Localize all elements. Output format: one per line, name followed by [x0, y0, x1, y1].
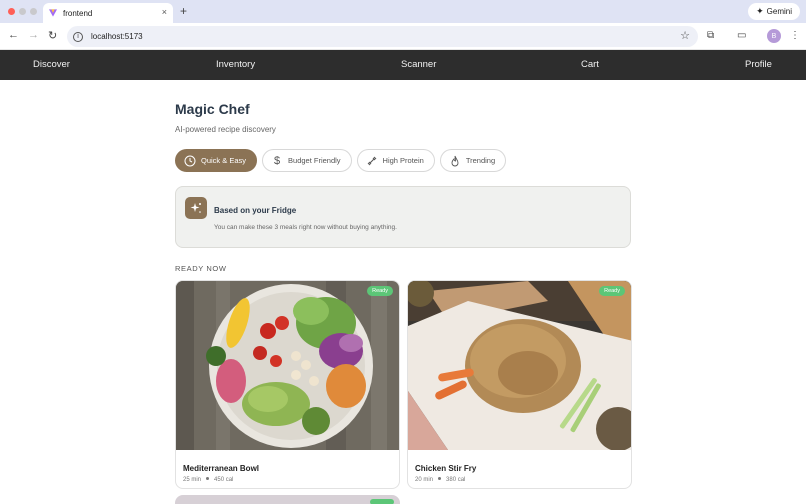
- page-title: Magic Chef: [175, 101, 250, 117]
- clock-icon: [184, 155, 196, 167]
- nav-discover[interactable]: Discover: [33, 59, 70, 70]
- nav-cart[interactable]: Cart: [581, 59, 599, 70]
- filter-budget-friendly[interactable]: $ Budget Friendly: [262, 149, 352, 172]
- recipe-photo: [408, 281, 631, 450]
- nav-inventory[interactable]: Inventory: [216, 59, 255, 70]
- forward-icon[interactable]: →: [28, 29, 39, 41]
- fridge-heading: Based on your Fridge: [214, 206, 297, 215]
- recipe-time: 20 min: [415, 477, 434, 483]
- nav-profile[interactable]: Profile: [745, 59, 772, 70]
- nav-scanner[interactable]: Scanner: [401, 59, 436, 70]
- meta-dot: [206, 477, 210, 480]
- filter-label: Budget Friendly: [288, 156, 341, 165]
- recipe-calories: 450 cal: [214, 477, 234, 483]
- site-info-icon[interactable]: i: [73, 31, 83, 42]
- recipe-calories: 380 cal: [446, 477, 466, 483]
- browser-tab[interactable]: frontend ×: [43, 3, 173, 23]
- close-tab-icon[interactable]: ×: [162, 7, 167, 17]
- recipe-photo: [176, 281, 399, 450]
- back-icon[interactable]: ←: [8, 29, 19, 41]
- fridge-description: You can make these 3 meals right now wit…: [214, 224, 397, 231]
- ready-badge: Ready: [367, 286, 393, 296]
- address-bar[interactable]: i localhost:5173 ☆: [67, 26, 698, 47]
- reload-icon[interactable]: ↻: [48, 29, 57, 42]
- fridge-suggestion-panel: Based on your Fridge You can make these …: [175, 186, 631, 248]
- filter-high-protein[interactable]: High Protein: [356, 149, 435, 172]
- sparkle-icon: ✦: [756, 6, 764, 16]
- recipe-card-chicken-stir-fry[interactable]: Ready Chicken Stir Fry 20 min 380 cal: [407, 280, 632, 489]
- app-nav-bar: Discover Inventory Scanner Cart Profile: [0, 50, 806, 80]
- filter-trending[interactable]: Trending: [439, 149, 507, 172]
- recipe-name: Mediterranean Bowl: [183, 464, 260, 473]
- filter-chips: Quick & Easy $ Budget Friendly High Prot…: [175, 149, 511, 172]
- recipe-card-mediterranean-bowl[interactable]: Ready Mediterranean Bowl 25 min 450 cal: [175, 280, 400, 489]
- bookmark-star-icon[interactable]: ☆: [680, 29, 690, 42]
- new-tab-button[interactable]: +: [180, 4, 187, 18]
- filter-label: Trending: [465, 156, 496, 165]
- vite-icon: [49, 9, 57, 17]
- tab-title: frontend: [63, 8, 93, 18]
- flame-icon: [449, 155, 461, 167]
- meta-dot: [438, 477, 442, 480]
- filter-quick-easy[interactable]: Quick & Easy: [175, 149, 258, 172]
- recipe-card-partial[interactable]: [175, 495, 400, 504]
- extensions-icon[interactable]: ⧉: [707, 30, 714, 41]
- filter-label: High Protein: [382, 156, 424, 165]
- section-label: READY NOW: [175, 264, 227, 273]
- menu-icon[interactable]: ⋮: [790, 30, 800, 41]
- recipe-meta: 20 min 380 cal: [415, 477, 465, 483]
- browser-toolbar: ← → ↻ i localhost:5173 ☆ ⧉ ▭ B ⋮: [0, 23, 806, 50]
- recipe-time: 25 min: [183, 477, 202, 483]
- recipe-name: Chicken Stir Fry: [415, 464, 477, 473]
- ready-badge: [370, 499, 394, 504]
- filter-label: Quick & Easy: [201, 156, 247, 165]
- side-panel-icon[interactable]: ▭: [737, 30, 746, 41]
- gemini-button[interactable]: ✦ Gemini: [748, 3, 800, 20]
- maximize-window-button[interactable]: [30, 8, 37, 15]
- browser-tab-bar: frontend × + ✦ Gemini: [0, 0, 806, 23]
- profile-avatar[interactable]: B: [767, 29, 781, 43]
- minimize-window-button[interactable]: [19, 8, 26, 15]
- sparkles-icon: [185, 197, 207, 219]
- page-subtitle: AI-powered recipe discovery: [175, 125, 276, 134]
- dollar-icon: $: [273, 154, 281, 167]
- ready-badge: Ready: [599, 286, 625, 296]
- dumbbell-icon: [366, 155, 378, 167]
- gemini-label: Gemini: [766, 7, 792, 16]
- url-text: localhost:5173: [91, 32, 143, 41]
- recipe-meta: 25 min 450 cal: [183, 477, 233, 483]
- close-window-button[interactable]: [8, 8, 15, 15]
